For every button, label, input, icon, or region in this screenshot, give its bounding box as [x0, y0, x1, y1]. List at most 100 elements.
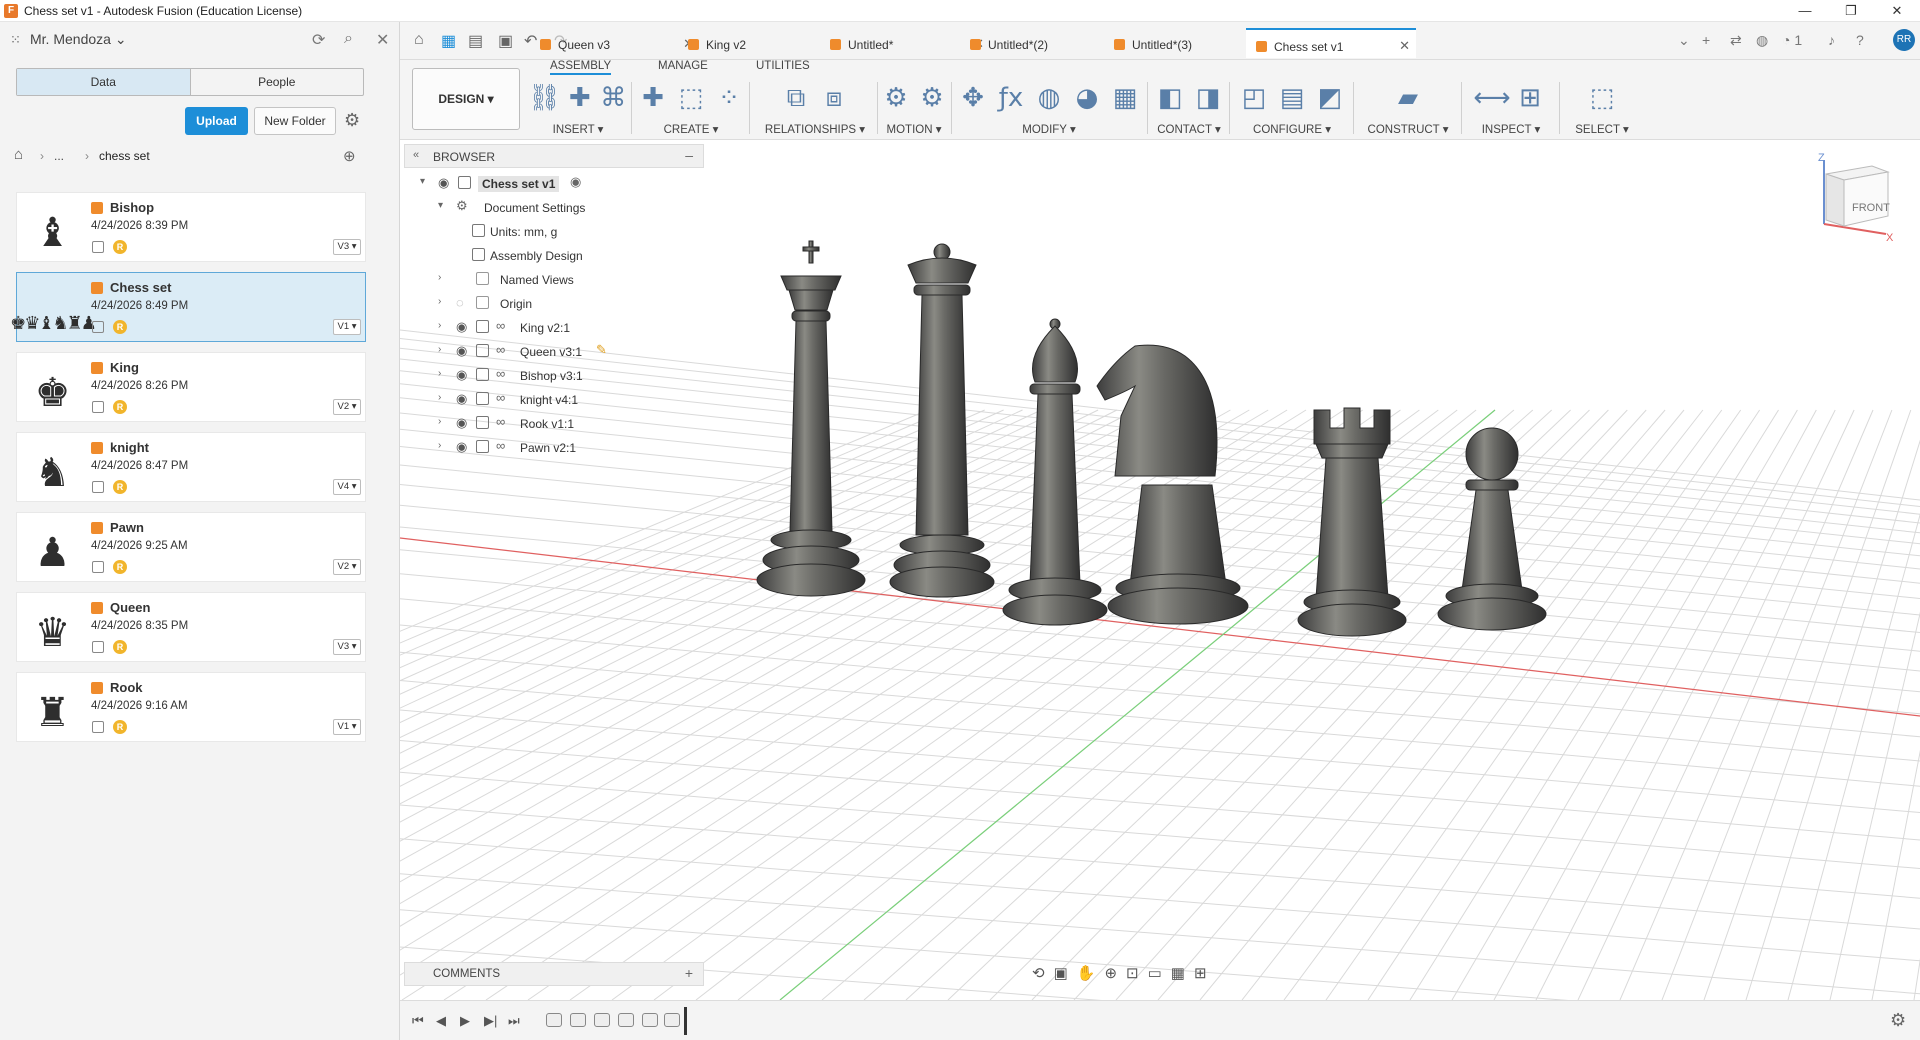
- look-at-icon[interactable]: ▣: [1054, 964, 1068, 982]
- expand-chevron-icon[interactable]: ›: [438, 272, 441, 283]
- browser-node[interactable]: › ◉ ∞ Rook v1:1: [404, 412, 704, 436]
- fit-icon[interactable]: ⊡: [1126, 964, 1139, 982]
- workspace-switcher-button[interactable]: DESIGN ▾: [412, 68, 520, 130]
- ribbon-tool-icon[interactable]: ⟷: [1473, 80, 1510, 116]
- comments-panel[interactable]: COMMENTS +: [404, 962, 704, 986]
- new-tab-icon[interactable]: +: [1702, 32, 1710, 48]
- ribbon-tool-icon[interactable]: ▰: [1391, 80, 1425, 116]
- collapse-panel-icon[interactable]: «: [413, 149, 419, 161]
- view-cube[interactable]: FRONT Z X: [1814, 152, 1894, 244]
- timeline-feature-icon[interactable]: [546, 1013, 562, 1027]
- browser-node[interactable]: › Named Views: [404, 268, 704, 292]
- ribbon-group-label[interactable]: INSERT ▾: [528, 122, 628, 136]
- ribbon-tool-icon[interactable]: ⁘: [712, 80, 746, 116]
- browser-node[interactable]: › ◉ ∞ Pawn v2:1: [404, 436, 704, 460]
- home-icon[interactable]: ⌂: [414, 31, 424, 49]
- visibility-eye-icon[interactable]: ◉: [456, 391, 467, 407]
- version-dropdown[interactable]: V2 ▾: [333, 399, 361, 415]
- minimize-browser-icon[interactable]: –: [685, 147, 693, 163]
- expand-chevron-icon[interactable]: ›: [438, 320, 441, 331]
- ribbon-group-label[interactable]: CONSTRUCT ▾: [1358, 122, 1458, 136]
- ribbon-tool-icon[interactable]: ◰: [1237, 80, 1271, 116]
- ribbon-group-label[interactable]: CREATE ▾: [636, 122, 746, 136]
- version-dropdown[interactable]: V1 ▾: [333, 319, 361, 335]
- grid-settings-icon[interactable]: ▦: [1171, 964, 1185, 982]
- ribbon-group-label[interactable]: SELECT ▾: [1564, 122, 1640, 136]
- minimize-button[interactable]: —: [1782, 0, 1828, 22]
- browser-node[interactable]: ▾ ⚙ Document Settings: [404, 196, 704, 220]
- browser-node[interactable]: › ◉ ∞ Bishop v3:1: [404, 364, 704, 388]
- user-menu[interactable]: Mr. Mendoza ⌄: [30, 31, 127, 48]
- pan-hand-icon[interactable]: ✋: [1077, 964, 1096, 982]
- version-dropdown[interactable]: V3 ▾: [333, 239, 361, 255]
- ribbon-group-label[interactable]: MOTION ▾: [880, 122, 948, 136]
- ribbon-tool-icon[interactable]: ◨: [1191, 80, 1225, 116]
- avatar[interactable]: RR: [1893, 29, 1915, 51]
- viewports-icon[interactable]: ⊞: [1194, 964, 1207, 982]
- tab-manage[interactable]: MANAGE: [658, 60, 708, 72]
- orbit-icon[interactable]: ⟲: [1032, 964, 1045, 982]
- bishop-model[interactable]: [1002, 318, 1108, 626]
- close-tab-icon[interactable]: ✕: [1399, 38, 1410, 54]
- restore-button[interactable]: ❐: [1828, 0, 1874, 22]
- timeline-marker[interactable]: [684, 1007, 687, 1035]
- close-button[interactable]: ✕: [1874, 0, 1920, 22]
- display-settings-icon[interactable]: ▭: [1148, 964, 1162, 982]
- ribbon-tool-icon[interactable]: ƒx: [994, 80, 1028, 116]
- view-cube-front-face[interactable]: FRONT: [1852, 202, 1890, 214]
- refresh-icon[interactable]: ⟳: [312, 30, 325, 50]
- version-dropdown[interactable]: V1 ▾: [333, 719, 361, 735]
- edit-pencil-icon[interactable]: ✎: [596, 342, 607, 358]
- help-icon[interactable]: ?: [1856, 32, 1864, 48]
- timeline-end-icon[interactable]: ⏭: [508, 1013, 520, 1029]
- ribbon-tool-icon[interactable]: ⚙: [880, 80, 912, 116]
- browser-node[interactable]: Assembly Design: [404, 244, 704, 268]
- file-card[interactable]: ♟ Pawn 4/24/2026 9:25 AM R V2 ▾: [16, 512, 366, 582]
- save-icon[interactable]: ▣: [498, 31, 513, 51]
- file-card[interactable]: ♛ Queen 4/24/2026 8:35 PM R V3 ▾: [16, 592, 366, 662]
- ribbon-tool-icon[interactable]: ✥: [956, 80, 990, 116]
- file-card[interactable]: ♜ Rook 4/24/2026 9:16 AM R V1 ▾: [16, 672, 366, 742]
- visibility-eye-icon[interactable]: ◉: [456, 319, 467, 335]
- visibility-eye-icon[interactable]: ◉: [438, 175, 449, 191]
- tab-assembly[interactable]: ASSEMBLY: [550, 60, 612, 75]
- timeline-next-icon[interactable]: ▶|: [484, 1013, 497, 1029]
- file-card[interactable]: ♝ Bishop 4/24/2026 8:39 PM R V3 ▾: [16, 192, 366, 262]
- ribbon-tool-icon[interactable]: ✚: [636, 80, 670, 116]
- ribbon-tool-icon[interactable]: ▤: [1275, 80, 1309, 116]
- ribbon-tool-icon[interactable]: ⬚: [674, 80, 708, 116]
- visibility-eye-icon[interactable]: ◉: [456, 439, 467, 455]
- ribbon-tool-icon[interactable]: ⚙: [916, 80, 948, 116]
- expand-chevron-icon[interactable]: ›: [438, 296, 441, 307]
- visibility-eye-icon[interactable]: ◉: [456, 367, 467, 383]
- version-dropdown[interactable]: V4 ▾: [333, 479, 361, 495]
- timeline-start-icon[interactable]: ⏮: [412, 1013, 424, 1029]
- timeline-settings-gear-icon[interactable]: ⚙: [1890, 1010, 1906, 1031]
- ribbon-tool-icon[interactable]: ⌘: [599, 80, 628, 116]
- ribbon-tool-icon[interactable]: ⛓: [528, 80, 561, 116]
- version-dropdown[interactable]: V3 ▾: [333, 639, 361, 655]
- visibility-eye-icon[interactable]: ◉: [456, 415, 467, 431]
- expand-chevron-icon[interactable]: ›: [438, 344, 441, 355]
- globe-settings-icon[interactable]: ⊕: [343, 147, 356, 165]
- timeline-feature-icon[interactable]: [664, 1013, 680, 1027]
- panel-settings-gear-icon[interactable]: ⚙: [344, 110, 360, 131]
- apps-grid-icon[interactable]: ⁙: [10, 32, 21, 48]
- ribbon-group-label[interactable]: CONFIGURE ▾: [1234, 122, 1350, 136]
- expand-chevron-icon[interactable]: ›: [438, 392, 441, 403]
- timeline-prev-icon[interactable]: ◀: [436, 1013, 446, 1029]
- timeline-feature-icon[interactable]: [594, 1013, 610, 1027]
- new-folder-button[interactable]: New Folder: [254, 107, 336, 135]
- tab-overflow-icon[interactable]: ⌄: [1678, 32, 1690, 49]
- visibility-hidden-icon[interactable]: ◌: [456, 295, 464, 310]
- notifications-bell-icon[interactable]: ♪: [1828, 32, 1835, 48]
- ribbon-tool-icon[interactable]: ⬚: [1585, 80, 1619, 116]
- timeline-feature-icon[interactable]: [642, 1013, 658, 1027]
- activate-radio-icon[interactable]: ◉: [570, 174, 581, 190]
- file-card[interactable]: ♚ King 4/24/2026 8:26 PM R V2 ▾: [16, 352, 366, 422]
- browser-node[interactable]: › ◉ ∞ Queen v3:1 ✎: [404, 340, 704, 364]
- knight-model[interactable]: [1096, 344, 1249, 625]
- expand-chevron-icon[interactable]: ▾: [438, 200, 443, 211]
- ribbon-group-label[interactable]: INSPECT ▾: [1466, 122, 1556, 136]
- timeline-play-icon[interactable]: ▶: [460, 1013, 470, 1029]
